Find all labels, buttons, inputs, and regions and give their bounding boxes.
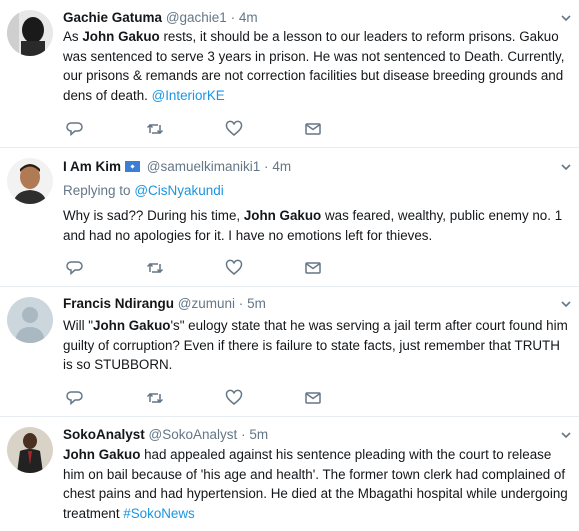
retweet-icon[interactable] xyxy=(146,389,164,407)
mention-bold: John Gakuo xyxy=(82,29,160,44)
chevron-down-icon[interactable] xyxy=(559,160,573,174)
tweet[interactable]: SokoAnalyst @SokoAnalyst · 5m John Gakuo… xyxy=(0,417,579,531)
tweet[interactable]: Francis Ndirangu @zumuni · 5m Will "John… xyxy=(0,287,579,417)
timestamp[interactable]: 5m xyxy=(249,427,268,442)
timestamp[interactable]: 4m xyxy=(239,10,258,25)
tweet-actions xyxy=(58,259,338,279)
author-name[interactable]: Gachie Gatuma xyxy=(63,10,162,25)
author-name[interactable]: SokoAnalyst xyxy=(63,427,145,442)
separator: · xyxy=(238,296,244,311)
like-icon[interactable] xyxy=(225,389,243,407)
tweet-text: Why is sad?? During his time, John Gakuo… xyxy=(63,208,563,243)
tweet-text: Will "John Gakuo's" eulogy state that he… xyxy=(63,318,568,372)
separator: · xyxy=(241,427,246,442)
avatar[interactable] xyxy=(7,10,53,56)
tweet-text: As John Gakuo rests, it should be a less… xyxy=(63,29,565,103)
chevron-down-icon[interactable] xyxy=(559,428,573,442)
like-icon[interactable] xyxy=(225,120,243,138)
avatar[interactable] xyxy=(7,427,53,473)
reply-icon[interactable] xyxy=(66,120,84,138)
author-name[interactable]: I Am Kim xyxy=(63,159,121,174)
mention-bold: John Gakuo xyxy=(243,208,322,223)
separator: · xyxy=(230,10,236,25)
author-handle[interactable]: @SokoAnalyst xyxy=(149,427,238,442)
tweet-text: John Gakuo had appealed against his sent… xyxy=(63,447,568,521)
separator: · xyxy=(264,159,269,174)
reply-target-link[interactable]: @CisNyakundi xyxy=(134,183,223,198)
hashtag-link[interactable]: #SokoNews xyxy=(123,506,194,521)
timestamp[interactable]: 4m xyxy=(272,159,291,174)
chevron-down-icon[interactable] xyxy=(559,297,573,311)
avatar[interactable] xyxy=(7,158,53,204)
replying-to: Replying to @CisNyakundi xyxy=(63,183,224,198)
author-name[interactable]: Francis Ndirangu xyxy=(63,296,174,311)
tweet[interactable]: I Am Kim @samuelkimaniki1 · 4m Replying … xyxy=(0,148,579,287)
retweet-icon[interactable] xyxy=(146,120,164,138)
retweet-icon[interactable] xyxy=(146,259,164,277)
mention-link[interactable]: @InteriorKE xyxy=(152,88,225,103)
tweet-actions xyxy=(58,120,338,140)
flag-icon xyxy=(125,161,141,172)
like-icon[interactable] xyxy=(225,259,243,277)
timestamp[interactable]: 5m xyxy=(247,296,266,311)
message-icon[interactable] xyxy=(304,120,322,138)
author-handle[interactable]: @zumuni xyxy=(178,296,235,311)
message-icon[interactable] xyxy=(304,389,322,407)
message-icon[interactable] xyxy=(304,259,322,277)
avatar[interactable] xyxy=(7,297,53,343)
reply-icon[interactable] xyxy=(66,259,84,277)
author-handle[interactable]: @samuelkimaniki1 xyxy=(147,159,261,174)
tweet-actions xyxy=(58,389,338,409)
chevron-down-icon[interactable] xyxy=(559,11,573,25)
mention-bold: John Gakuo xyxy=(93,318,171,333)
reply-icon[interactable] xyxy=(66,389,84,407)
mention-bold: John Gakuo xyxy=(63,447,141,462)
tweet[interactable]: Gachie Gatuma @gachie1 · 4m As John Gaku… xyxy=(0,0,579,148)
author-handle[interactable]: @gachie1 xyxy=(166,10,227,25)
